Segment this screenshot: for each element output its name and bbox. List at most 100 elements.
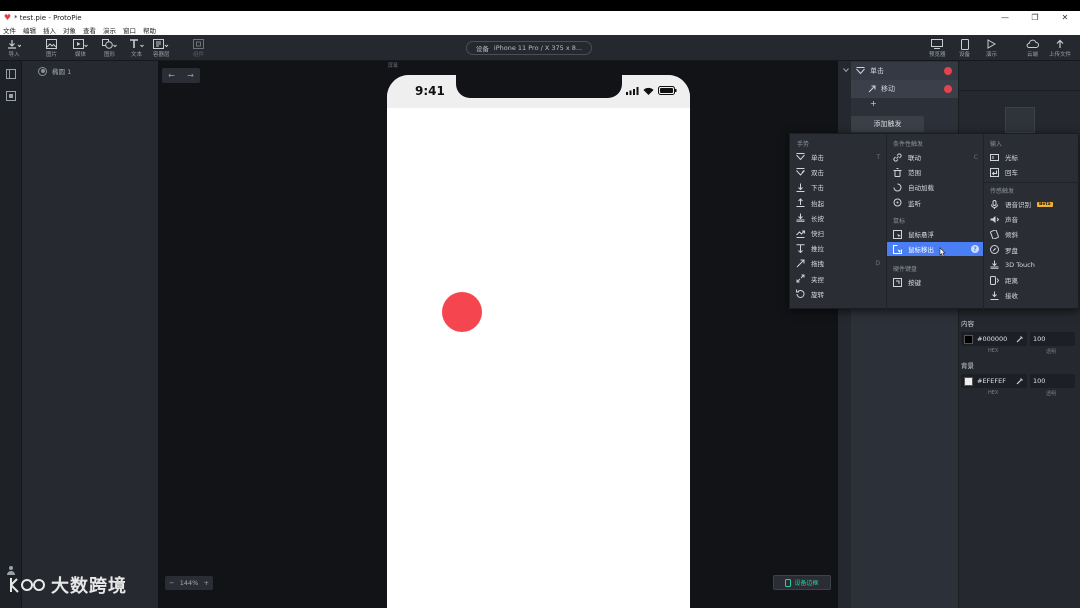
trigger-option-gesture-2[interactable]: 下击	[790, 180, 886, 194]
trigger-option-gesture-0[interactable]: 单击 T	[790, 150, 886, 164]
trigger-option-sensor-1[interactable]: 声音	[984, 212, 1080, 226]
background-opacity-field[interactable]: 100	[1030, 374, 1075, 388]
trigger-option-label: 联动	[908, 154, 921, 162]
present-button[interactable]: 演示	[986, 38, 997, 60]
trigger-option-gesture-9[interactable]: 旋转	[790, 287, 886, 301]
long-press-icon	[796, 213, 805, 223]
move-icon	[868, 85, 876, 93]
shortcut-key: T	[876, 153, 880, 161]
trigger-option-label: 自动加载	[908, 184, 934, 193]
menu-insert[interactable]: 插入	[43, 25, 56, 35]
trigger-option-input-0[interactable]: 光标	[984, 150, 1080, 164]
shape-button[interactable]: 图形	[102, 38, 117, 60]
background-color-row: #EFEFEF 100	[961, 374, 1075, 388]
add-trigger-button[interactable]: 添加触发	[851, 116, 924, 132]
trigger-option-gesture-5[interactable]: 快扫	[790, 226, 886, 240]
container-button[interactable]: 容器层	[153, 38, 170, 60]
background-color-swatch[interactable]	[964, 376, 973, 386]
content-color-field[interactable]: #000000	[961, 332, 1027, 346]
trigger-option-label: 3D Touch	[1005, 260, 1035, 269]
content-color-swatch[interactable]	[964, 334, 973, 344]
zoom-level[interactable]: 144%	[180, 579, 199, 587]
zoom-out-button[interactable]: −	[169, 579, 174, 587]
menu-present[interactable]: 演示	[103, 25, 116, 35]
detect-icon	[893, 198, 902, 207]
close-icon[interactable]: ✕	[1050, 11, 1080, 24]
trigger-option-sensor-2[interactable]: 倾斜	[984, 227, 1080, 241]
trigger-option-conditional-0[interactable]: 联动 C	[887, 150, 984, 164]
upload-icon	[1055, 38, 1065, 50]
trigger-option-gesture-6[interactable]: 推拉	[790, 241, 886, 255]
trigger-option-gesture-1[interactable]: 双击	[790, 165, 886, 179]
trigger-option-input-1[interactable]: 回车	[984, 165, 1080, 179]
import-button[interactable]: 导入	[7, 38, 21, 60]
add-response-icon[interactable]: +	[870, 99, 877, 108]
assets-panel-icon[interactable]	[6, 91, 16, 101]
trigger-option-conditional-2[interactable]: 自动加载	[887, 180, 984, 194]
phone-notch	[456, 75, 622, 98]
pull-icon	[796, 243, 805, 253]
layer-item[interactable]: 椭圆 1	[38, 66, 71, 76]
compass-icon	[990, 245, 999, 255]
maximize-icon[interactable]: ❐	[1020, 11, 1050, 24]
content-opacity-field[interactable]: 100	[1030, 332, 1075, 346]
image-button[interactable]: 图片	[46, 38, 57, 60]
menu-file[interactable]: 文件	[3, 25, 16, 35]
3d-touch-icon	[990, 260, 999, 270]
ellipse-layer[interactable]	[442, 292, 482, 332]
trigger-option-gesture-3[interactable]: 抬起	[790, 196, 886, 210]
media-button[interactable]: 媒体	[73, 38, 88, 60]
beta-badge: Beta	[1037, 201, 1053, 207]
trigger-option-mouse-1[interactable]: 鼠标移出?	[887, 242, 984, 257]
undo-arrow-icon[interactable]: ←	[162, 68, 181, 83]
trigger-option-sensor-3[interactable]: 罗盘	[984, 243, 1080, 257]
device-frame-toggle[interactable]: 设备边框	[773, 575, 831, 590]
sensor-heading: 传感触发	[990, 188, 1015, 195]
trigger-option-sensor-4[interactable]: 3D Touch	[984, 258, 1080, 272]
trigger-item-tap[interactable]: 单击	[851, 62, 958, 80]
trigger-option-gesture-4[interactable]: 长按	[790, 211, 886, 225]
help-icon[interactable]: ?	[971, 245, 979, 254]
menu-window[interactable]: 窗口	[123, 25, 136, 35]
response-item-move[interactable]: 移动	[851, 80, 958, 98]
trigger-option-gesture-7[interactable]: 拖拽 D	[790, 256, 886, 270]
text-button[interactable]: 文本	[129, 38, 144, 60]
layers-panel-icon[interactable]	[6, 69, 16, 79]
menu-object[interactable]: 对象	[63, 25, 76, 35]
left-rail	[0, 61, 22, 608]
trigger-option-label: 范围	[908, 169, 921, 178]
add-response-row[interactable]: +	[851, 98, 958, 108]
phone-screen[interactable]: 9:41	[387, 75, 690, 608]
content-hex-caption: HEX	[988, 348, 999, 354]
trigger-option-keyboard-0[interactable]: 按键	[887, 275, 984, 289]
preview-button[interactable]: 预览器	[929, 38, 946, 60]
background-color-field[interactable]: #EFEFEF	[961, 374, 1027, 388]
trigger-option-conditional-3[interactable]: 监听	[887, 196, 984, 210]
trigger-option-label: 下击	[811, 184, 824, 193]
eyedropper-icon[interactable]	[1016, 335, 1023, 343]
protopie-app: ♥ * test.pie - ProtoPie — ❐ ✕ 文件 编辑 插入 对…	[0, 0, 1080, 608]
component-button[interactable]: 组件	[193, 38, 204, 60]
trigger-option-sensor-6[interactable]: 接收	[984, 288, 1080, 302]
zoom-in-button[interactable]: +	[204, 579, 209, 587]
upload-button[interactable]: 上传文件	[1049, 38, 1071, 60]
menu-view[interactable]: 查看	[83, 25, 96, 35]
cloud-button[interactable]: 云端	[1026, 38, 1039, 60]
trigger-option-gesture-8[interactable]: 夹捏	[790, 272, 886, 286]
eyedropper-icon[interactable]	[1016, 377, 1023, 385]
trigger-option-conditional-1[interactable]: 范围	[887, 165, 984, 179]
trigger-option-mouse-0[interactable]: 鼠标悬浮	[887, 227, 984, 241]
menu-help[interactable]: 帮助	[143, 25, 156, 35]
device-icon	[960, 38, 969, 50]
ellipse-icon	[38, 66, 47, 76]
trigger-menu: 手势 单击 T 双击 下击 抬起 长按 快扫 推拉 拖拽 D 夹捏 旋转 条件性触发 联动 C 范围 自动加…	[789, 133, 1080, 310]
trigger-option-label: 距离	[1005, 277, 1018, 285]
device-selector[interactable]: 设备 iPhone 11 Pro / X 375 x 8...	[466, 41, 592, 55]
device-button[interactable]: 设备	[959, 38, 970, 60]
collapse-chevron-icon[interactable]	[843, 68, 849, 73]
trigger-option-sensor-0[interactable]: 语音识别 Beta	[984, 197, 1080, 211]
menu-edit[interactable]: 编辑	[23, 25, 36, 35]
minimize-icon[interactable]: —	[990, 11, 1020, 24]
redo-arrow-icon[interactable]: →	[181, 68, 200, 83]
trigger-option-sensor-5[interactable]: 距离	[984, 273, 1080, 287]
